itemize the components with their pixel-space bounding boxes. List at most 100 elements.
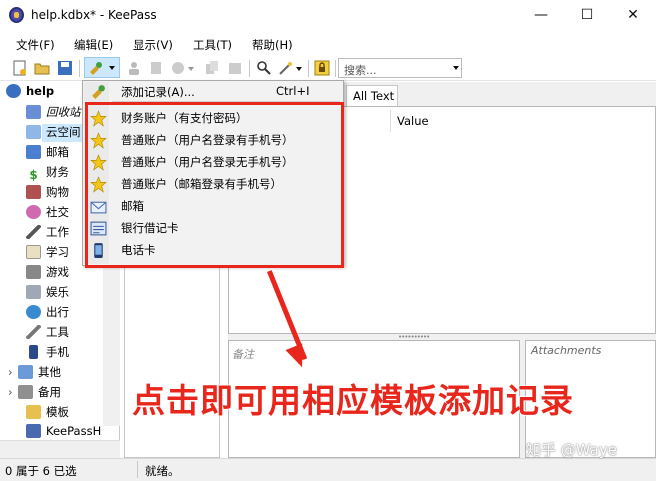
menu-tools[interactable]: 工具(T) <box>193 37 232 53</box>
menu-view[interactable]: 显示(V) <box>133 37 173 53</box>
tree-item-recycle-bin[interactable]: 回收站 <box>26 104 81 122</box>
dollar-icon: $ <box>29 168 38 182</box>
status-bar <box>0 458 656 481</box>
chevron-down-icon[interactable] <box>296 67 302 71</box>
open-url-icon[interactable] <box>170 60 186 76</box>
tree-root-label: help <box>26 84 55 98</box>
title-bar: help.kdbx* - KeePass — ☐ ✕ <box>0 0 656 30</box>
tree-item-cloud[interactable]: 云空间 <box>26 124 81 142</box>
save-icon[interactable] <box>57 60 73 76</box>
tree-item-entertainment[interactable]: 娱乐 <box>26 284 69 302</box>
copy-password-icon[interactable] <box>148 60 164 76</box>
tree-item-backup[interactable]: › 备用 <box>8 384 61 402</box>
tree-item-games[interactable]: 游戏 <box>26 264 69 282</box>
cloud-icon <box>26 125 41 139</box>
menu-file[interactable]: 文件(F) <box>16 37 55 53</box>
tree-item-finance[interactable]: $ 财务 <box>26 164 69 182</box>
find-icon[interactable] <box>256 60 272 76</box>
add-key-icon <box>92 85 105 99</box>
menu-help[interactable]: 帮助(H) <box>252 37 293 53</box>
close-button[interactable]: ✕ <box>610 0 656 30</box>
tree-item-label: 备用 <box>38 385 61 399</box>
tree-item-label: 模板 <box>46 405 69 419</box>
attachments-label: Attachments <box>531 344 602 357</box>
tree-item-templates[interactable]: 模板 <box>26 404 69 422</box>
menu-item-add-entry-label: 添加记录(A)... <box>121 85 195 99</box>
tree-item-label: 财务 <box>46 165 69 179</box>
menu-edit[interactable]: 编辑(E) <box>74 37 113 53</box>
tree-horizontal-scrollbar[interactable] <box>0 440 120 458</box>
add-entry-dropdown-button[interactable] <box>84 57 120 78</box>
backup-icon <box>18 385 33 399</box>
tree-item-travel[interactable]: 出行 <box>26 304 69 322</box>
database-icon <box>6 84 21 98</box>
notes-label: 备注 <box>232 348 254 361</box>
chevron-right-icon[interactable]: › <box>8 365 18 379</box>
chevron-down-icon[interactable] <box>188 67 194 71</box>
chevron-down-icon[interactable] <box>453 66 459 70</box>
tree-item-study[interactable]: 学习 <box>26 244 69 262</box>
tree-root-help[interactable]: help <box>6 84 54 102</box>
tree-item-label: 社交 <box>46 205 69 219</box>
menu-bar: 文件(F) 编辑(E) 显示(V) 工具(T) 帮助(H) <box>0 32 656 54</box>
new-database-icon[interactable] <box>12 60 28 76</box>
chevron-right-icon[interactable]: › <box>8 385 18 399</box>
tree-item-work[interactable]: 工作 <box>26 224 69 242</box>
tree-item-label: 学习 <box>46 245 69 259</box>
highlight-box <box>85 102 344 268</box>
search-input[interactable]: 搜索... <box>338 58 462 78</box>
tab-all-text[interactable]: All Text <box>346 85 398 106</box>
open-folder-icon[interactable] <box>34 60 50 76</box>
paste-entry-icon[interactable] <box>227 60 243 76</box>
tree-item-label: KeePassH <box>46 424 102 438</box>
tree-item-label: 云空间 <box>46 125 81 139</box>
tree-item-mail[interactable]: 邮箱 <box>26 144 69 162</box>
tree-item-label: 娱乐 <box>46 285 69 299</box>
phone-icon <box>29 345 38 359</box>
printer-icon <box>26 285 41 299</box>
watermark: 知乎 @Waye <box>526 441 617 459</box>
search-placeholder: 搜索... <box>344 64 377 77</box>
globe-icon <box>26 305 41 319</box>
pen-icon <box>26 225 41 239</box>
tree-item-phone[interactable]: 手机 <box>26 344 69 362</box>
copy-username-icon[interactable] <box>126 60 142 76</box>
keepass-app-icon <box>9 7 24 23</box>
tree-item-label: 工具 <box>46 325 69 339</box>
tree-item-social[interactable]: 社交 <box>26 204 69 222</box>
toolbar-separator <box>308 60 309 77</box>
tree-item-shopping[interactable]: 购物 <box>26 184 69 202</box>
menu-item-add-entry-shortcut: Ctrl+I <box>276 84 310 98</box>
keepass-icon <box>26 424 41 438</box>
toolbar: 搜索... <box>0 55 656 81</box>
lock-workspace-icon[interactable] <box>314 60 330 76</box>
study-icon <box>26 245 41 259</box>
tree-item-label: 回收站 <box>46 105 81 119</box>
wrench-icon <box>26 325 41 339</box>
tree-item-label: 游戏 <box>46 265 69 279</box>
toolbar-separator <box>335 60 336 77</box>
tree-item-label: 邮箱 <box>46 145 69 159</box>
annotation-text: 点击即可用相应模板添加记录 <box>131 380 574 421</box>
minimize-button[interactable]: — <box>518 0 564 30</box>
tree-item-other[interactable]: › 其他 <box>8 364 61 382</box>
tree-item-label: 手机 <box>46 345 69 359</box>
status-selection-count: 0 属于 6 已选 <box>5 464 77 478</box>
tree-item-label: 购物 <box>46 185 69 199</box>
tree-item-label: 出行 <box>46 305 69 319</box>
add-key-icon <box>90 62 102 75</box>
status-ready: 就绪。 <box>145 464 180 478</box>
mail-icon <box>26 145 41 159</box>
column-header-value[interactable]: Value <box>390 110 650 132</box>
game-icon <box>26 265 41 279</box>
tools-magic-icon[interactable] <box>278 60 294 76</box>
copy-entry-icon[interactable] <box>204 60 220 76</box>
tree-item-label: 其他 <box>38 365 61 379</box>
folder-icon <box>26 405 41 419</box>
social-icon <box>26 205 41 219</box>
tree-item-label: 工作 <box>46 225 69 239</box>
maximize-button[interactable]: ☐ <box>564 0 610 30</box>
tree-item-tools[interactable]: 工具 <box>26 324 69 342</box>
recycle-bin-icon <box>26 105 41 119</box>
toolbar-separator <box>79 60 80 77</box>
